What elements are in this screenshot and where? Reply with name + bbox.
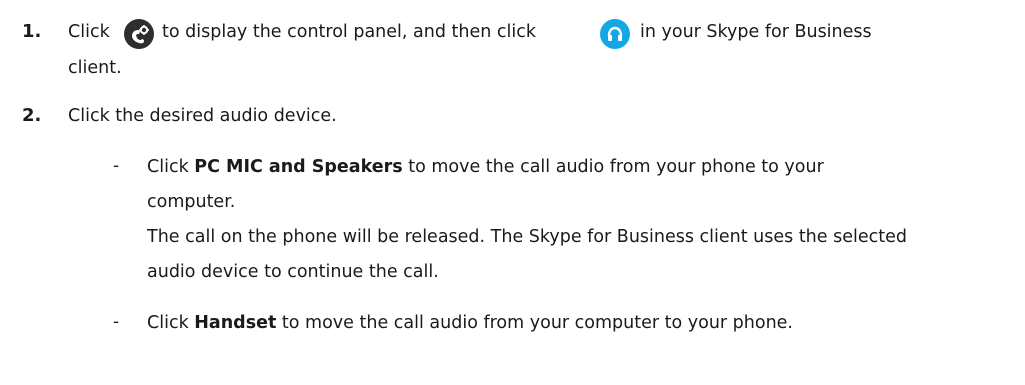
bullet-1-suffix: to move the call audio from your phone t… [402, 157, 824, 177]
bullet-2-bold: Handset [194, 313, 277, 333]
bullet-1-line4: audio device to continue the call. [147, 262, 439, 282]
bullet-1-dash: - [113, 156, 120, 176]
step-1-text-part3: in your Skype for Business [640, 22, 872, 42]
headset-icon [600, 19, 630, 49]
bullet-2-prefix: Click [147, 313, 195, 333]
step-1-text-line2: client. [68, 58, 122, 78]
bullet-1-prefix: Click [147, 157, 195, 177]
step-1-text-part1: Click [68, 22, 110, 42]
bullet-2-suffix: to move the call audio from your compute… [276, 313, 793, 333]
step-1-text-part2: to display the control panel, and then c… [162, 22, 536, 42]
bullet-1-line2: computer. [147, 192, 236, 212]
step-1-number: 1. [22, 21, 42, 42]
bullet-2-line1: Click Handset to move the call audio fro… [147, 313, 793, 333]
bullet-2-dash: - [113, 312, 120, 332]
bullet-1-line3: The call on the phone will be released. … [147, 227, 907, 247]
bullet-1-bold: PC MIC and Speakers [194, 157, 403, 177]
bullet-1-line1: Click PC MIC and Speakers to move the ca… [147, 157, 824, 177]
step-2-number: 2. [22, 105, 42, 126]
phone-settings-icon [124, 19, 154, 49]
step-2-text: Click the desired audio device. [68, 106, 337, 126]
